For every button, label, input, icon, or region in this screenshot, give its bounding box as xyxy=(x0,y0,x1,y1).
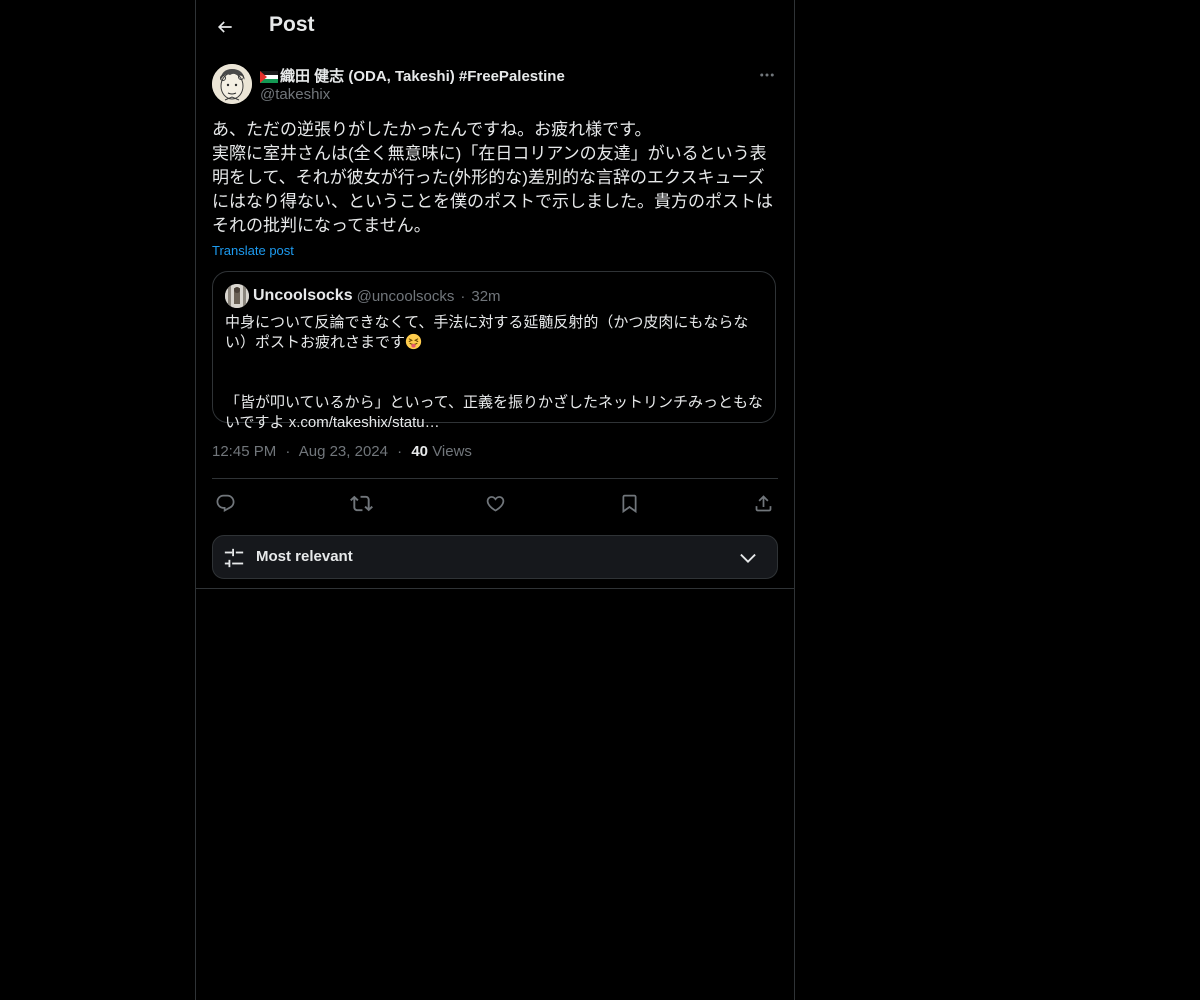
page-title: Post xyxy=(269,13,315,36)
author-handle[interactable]: @takeshix xyxy=(260,86,330,103)
post-text: あ、ただの逆張りがしたかったんですね。お疲れ様です。 実際に室井さんは(全く無意… xyxy=(212,120,773,235)
sliders-icon xyxy=(224,548,244,568)
sort-label: Most relevant xyxy=(256,548,353,565)
views-count: 40 xyxy=(411,443,429,460)
author-name-row[interactable]: 織田 健志 (ODA, Takeshi) #FreePalestine xyxy=(260,65,565,86)
quoted-separator: · xyxy=(460,287,466,305)
quoted-timestamp: 32m xyxy=(471,287,501,305)
author-display-name: 織田 健志 (ODA, Takeshi) #FreePalestine xyxy=(280,68,565,85)
avatar[interactable] xyxy=(212,64,252,104)
arrow-left-icon xyxy=(217,21,232,33)
reply-sort-dropdown[interactable]: Most relevant xyxy=(212,535,778,579)
chevron-down-icon xyxy=(740,553,756,563)
quoted-text: 中身について反論できなくて、手法に対する延髄反射的（かつ皮肉にもならない）ポスト… xyxy=(225,313,765,433)
more-options-button[interactable] xyxy=(756,64,778,86)
avatar-illustration xyxy=(212,64,252,104)
bookmark-button[interactable] xyxy=(616,490,642,516)
translate-post-link[interactable]: Translate post xyxy=(212,243,294,258)
share-button[interactable] xyxy=(750,490,776,516)
bookmark-icon xyxy=(622,494,636,513)
share-icon xyxy=(755,494,771,511)
repost-button[interactable] xyxy=(348,490,374,516)
meta-separator: · xyxy=(397,443,403,460)
back-button[interactable] xyxy=(208,10,242,44)
quoted-post[interactable]: Uncoolsocks @uncoolsocks · 32m 中身について反論で… xyxy=(212,271,776,431)
repost-icon xyxy=(349,495,373,511)
quoted-handle: @uncoolsocks xyxy=(356,287,455,305)
quoted-text-line1: 中身について反論できなくて、手法に対する延髄反射的（かつ皮肉にもならない）ポスト… xyxy=(225,314,749,351)
palestine-flag-icon xyxy=(260,70,278,83)
divider xyxy=(212,478,778,479)
reply-icon xyxy=(216,494,234,512)
quoted-avatar xyxy=(225,284,249,308)
page-header: Post xyxy=(196,0,794,54)
like-button[interactable] xyxy=(482,490,508,516)
squinting-face-with-tongue-emoji xyxy=(405,333,422,350)
quoted-display-name: Uncoolsocks xyxy=(253,287,353,304)
more-horizontal-icon xyxy=(760,73,774,77)
meta-separator: · xyxy=(285,443,291,460)
views-label: Views xyxy=(432,443,472,460)
quoted-post-header: Uncoolsocks @uncoolsocks · 32m xyxy=(225,284,501,308)
post-time[interactable]: 12:45 PM xyxy=(212,443,276,460)
post-actions xyxy=(212,488,778,518)
quoted-avatar-illustration xyxy=(225,284,249,308)
post-author: 織田 健志 (ODA, Takeshi) #FreePalestine @tak… xyxy=(212,64,778,108)
quoted-text-line2: 「皆が叩いているから」といって、正義を振りかざしたネットリンチみっともないですよ… xyxy=(225,394,764,431)
heart-icon xyxy=(486,495,504,512)
primary-column: Post 織田 健志 (ODA, Takeshi) #FreePalestine… xyxy=(195,0,795,1000)
divider xyxy=(196,588,794,589)
reply-button[interactable] xyxy=(212,490,238,516)
post-meta: 12:45 PM · Aug 23, 2024 · 40 Views xyxy=(212,443,472,460)
post-date[interactable]: Aug 23, 2024 xyxy=(299,443,388,460)
